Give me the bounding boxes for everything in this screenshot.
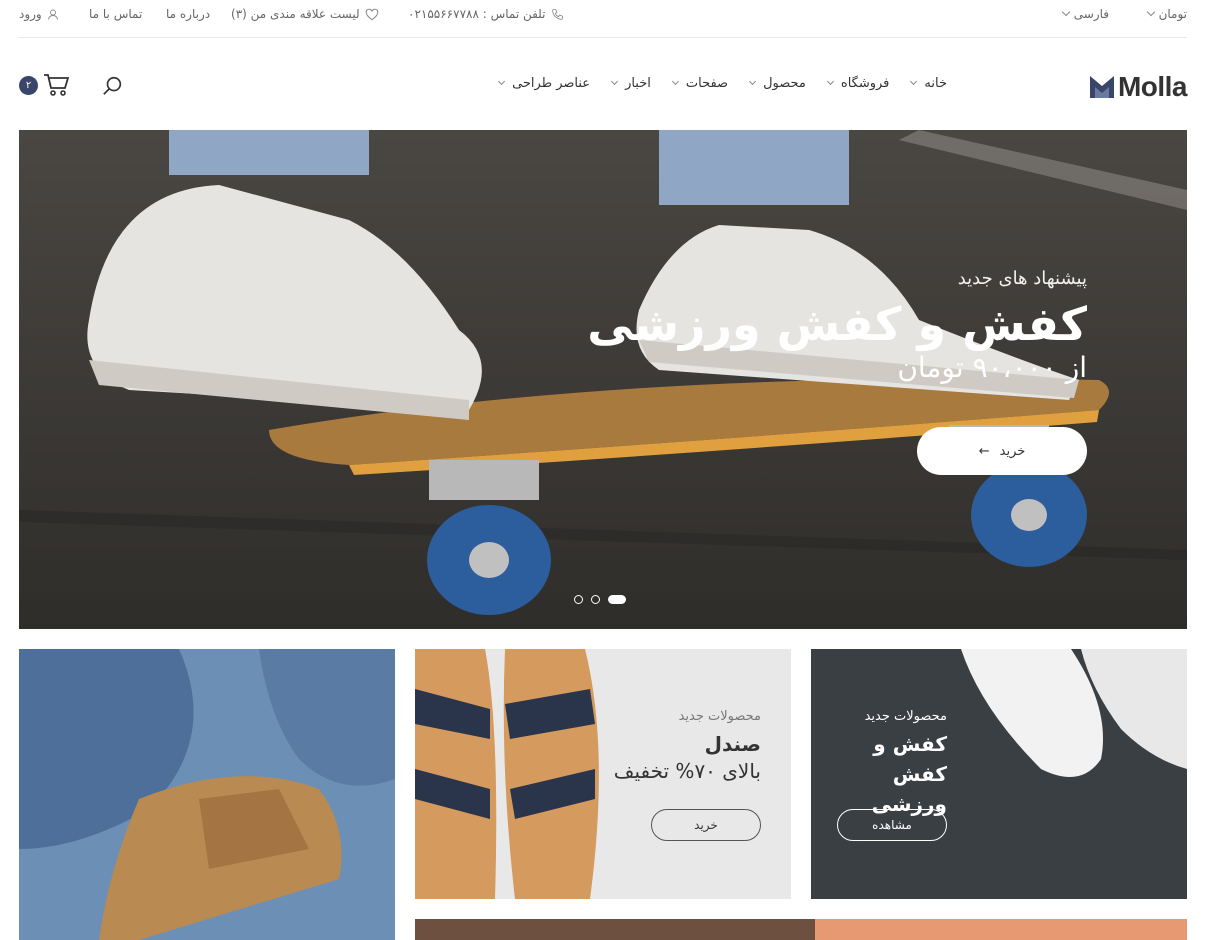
language-label: فارسی — [1073, 7, 1109, 21]
nav-item-home[interactable]: خانه — [910, 76, 947, 91]
top-bar: تومان فارسی تلفن تماس : ۰۲۱۵۵۶۶۷۷۸۸ لیست… — [19, 0, 1187, 38]
chevron-down-icon — [1146, 7, 1155, 17]
banner-button-label: خرید — [694, 818, 718, 832]
slider-dot-3[interactable] — [608, 595, 626, 604]
language-dropdown[interactable]: فارسی — [1061, 7, 1109, 21]
about-text: درباره ما — [166, 7, 211, 21]
banner-boots[interactable] — [19, 649, 395, 940]
chevron-down-icon — [498, 77, 506, 86]
chevron-down-icon — [826, 77, 834, 86]
search-icon — [103, 76, 122, 95]
cart-button[interactable]: ۲ — [19, 73, 69, 97]
hero-price: از ۹۰،۰۰۰ تومان — [897, 351, 1087, 384]
logo-mark-icon — [1089, 76, 1114, 98]
banner-shop-button[interactable]: خرید — [651, 809, 761, 841]
nav-item-shop[interactable]: فروشگاه — [826, 76, 890, 91]
slider-dots — [574, 595, 626, 604]
nav-item-pages[interactable]: صفحات — [671, 76, 729, 91]
contact-text: تماس با ما — [89, 7, 143, 21]
wishlist-text: لیست علاقه مندی من (۳) — [231, 7, 360, 21]
site-logo[interactable]: Molla — [1089, 71, 1188, 103]
currency-dropdown[interactable]: تومان — [1146, 7, 1187, 21]
nav-item-elements[interactable]: عناصر طراحی — [498, 76, 591, 91]
search-button[interactable] — [102, 75, 124, 97]
banner-strip — [415, 919, 1187, 940]
main-nav: خانه فروشگاه محصول صفحات اخبار عناصر طرا… — [498, 76, 947, 91]
wishlist-link[interactable]: لیست علاقه مندی من (۳) — [231, 7, 379, 21]
chevron-down-icon — [749, 77, 757, 86]
banner-title: کفش و — [873, 732, 947, 756]
chevron-down-icon — [611, 77, 619, 86]
banner-subtitle: محصولات جدید — [678, 709, 761, 724]
hero-caption: پیشنهاد های جدید کفش و کفش ورزشی از ۹۰،۰… — [587, 268, 1088, 384]
slider-dot-1[interactable] — [574, 595, 583, 604]
hero-subtitle: پیشنهاد های جدید — [957, 268, 1087, 289]
arrow-left-icon: ← — [978, 443, 990, 459]
cart-icon — [44, 74, 69, 96]
about-link[interactable]: درباره ما — [166, 7, 210, 21]
slider-dot-2[interactable] — [591, 595, 600, 604]
nav-label: عناصر طراحی — [512, 76, 591, 91]
nav-label: اخبار — [625, 76, 651, 91]
banner-strip-photo — [415, 919, 1187, 940]
heart-icon — [365, 8, 378, 20]
nav-label: محصول — [763, 76, 806, 91]
hero-title: کفش و کفش ورزشی — [587, 297, 1088, 351]
hero-button-label: خرید — [999, 443, 1026, 459]
phone-link[interactable]: تلفن تماس : ۰۲۱۵۵۶۶۷۷۸۸ — [408, 7, 564, 21]
banner-discount: بالای ۷۰% تخفیف — [613, 759, 761, 783]
nav-label: خانه — [924, 76, 947, 91]
banner-sandals[interactable]: محصولات جدید صندل بالای ۷۰% تخفیف خرید — [415, 649, 791, 899]
currency-label: تومان — [1158, 7, 1187, 21]
chevron-down-icon — [671, 77, 679, 86]
banner-view-button[interactable]: مشاهده — [837, 809, 947, 841]
login-link[interactable]: ورود — [19, 7, 59, 21]
contact-link[interactable]: تماس با ما — [89, 7, 142, 21]
user-icon — [47, 9, 58, 20]
nav-item-product[interactable]: محصول — [749, 76, 806, 91]
login-text: ورود — [19, 7, 42, 21]
banner-boots-photo — [19, 649, 395, 940]
chevron-down-icon — [910, 77, 918, 86]
logo-text: Molla — [1117, 71, 1188, 102]
banner-title: صندل — [704, 732, 761, 756]
chevron-down-icon — [1061, 7, 1070, 17]
banner-sneakers[interactable]: محصولات جدید کفش و کفش ورزشی مشاهده — [811, 649, 1187, 899]
nav-label: صفحات — [685, 76, 729, 91]
banner-subtitle: محصولات جدید — [864, 709, 947, 724]
nav-label: فروشگاه — [840, 76, 890, 91]
phone-text: تلفن تماس : ۰۲۱۵۵۶۶۷۷۸۸ — [408, 7, 546, 21]
cart-count-badge: ۲ — [19, 75, 38, 95]
nav-item-blog[interactable]: اخبار — [611, 76, 651, 91]
phone-icon — [551, 8, 563, 20]
hero-slider[interactable]: پیشنهاد های جدید کفش و کفش ورزشی از ۹۰،۰… — [19, 130, 1187, 629]
main-header: Molla خانه فروشگاه محصول صفحات اخبار عنا… — [19, 38, 1188, 130]
banner-button-label: مشاهده — [872, 818, 912, 832]
hero-shop-button[interactable]: خرید ← — [917, 427, 1087, 475]
